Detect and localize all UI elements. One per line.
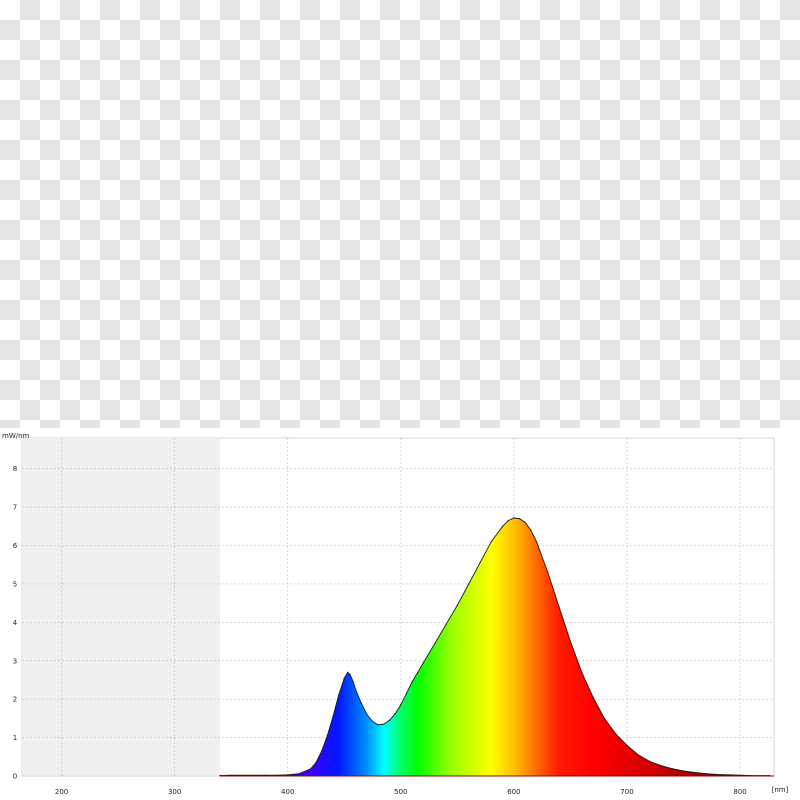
data-point [298,773,300,775]
x-tick-label: 500 [394,788,407,796]
data-point [502,525,504,527]
data-point [388,719,391,721]
data-point [411,681,413,683]
data-point [682,770,685,772]
data-point [417,671,419,673]
y-axis-label: mW/nm [2,432,30,440]
y-tick-label: 0 [13,773,17,781]
y-tick-label: 1 [13,734,17,742]
data-point [383,723,385,725]
data-point [287,774,289,776]
y-tick-label: 5 [13,580,17,588]
data-point [405,692,408,694]
data-point [326,735,328,737]
data-point [558,606,560,608]
data-point [377,724,379,726]
data-point [343,677,345,679]
x-tick-label: 800 [733,788,746,796]
data-point [321,750,323,752]
y-tick-label: 8 [13,465,17,473]
spectrum-chart: 200 300 400 500 600 700 800 0 1 2 3 4 5 6 7 8 mW/nm [nm… [2,432,789,796]
data-point [615,733,617,735]
data-point [468,583,470,585]
data-point [360,702,362,704]
x-tick-label: 300 [168,788,181,796]
y-tick-label: 6 [13,542,18,550]
data-point [490,541,492,543]
y-tick-label: 4 [13,619,18,627]
data-point [445,623,447,625]
data-point [332,715,334,718]
data-point [569,641,572,643]
data-point [547,571,549,573]
data-point [479,562,481,564]
data-point [524,521,526,524]
y-tick-label: 7 [13,504,17,512]
data-point [728,774,730,776]
data-point [530,529,532,531]
data-point [309,768,311,770]
data-point [338,694,340,696]
data-point [456,604,458,606]
data-point [581,671,583,673]
data-point [434,642,436,645]
data-point [355,689,357,691]
y-tick-label: 3 [13,657,17,665]
data-point [400,704,402,706]
data-point [366,713,368,716]
x-tick-label: 400 [281,788,294,796]
data-point [352,681,354,683]
data-point [535,541,538,543]
data-point [592,696,594,698]
data-point [705,773,707,775]
data-point [513,517,515,519]
data-point [603,717,606,719]
data-point [660,765,662,767]
data-point [716,773,719,776]
x-tick-label: 700 [620,788,633,796]
data-point [637,754,639,756]
data-point [694,771,696,774]
x-tick-label: 600 [507,788,520,796]
data-point [372,720,374,723]
data-point [349,673,351,675]
data-point [671,768,673,770]
data-point [507,520,509,522]
data-point [626,744,628,746]
data-point [315,762,317,764]
data-point [394,713,396,715]
data-point [649,760,651,762]
x-axis-label: [nm] [772,786,789,794]
data-point [347,671,349,673]
data-point [519,518,521,520]
spectrum-chart-panel: 200 300 400 500 600 700 800 0 1 2 3 4 5 6 7 8 mW/nm [nm… [0,428,800,800]
shaded-region [22,438,220,776]
y-tick-label: 2 [13,696,17,704]
x-tick-label: 200 [55,788,68,796]
data-point [422,662,424,664]
